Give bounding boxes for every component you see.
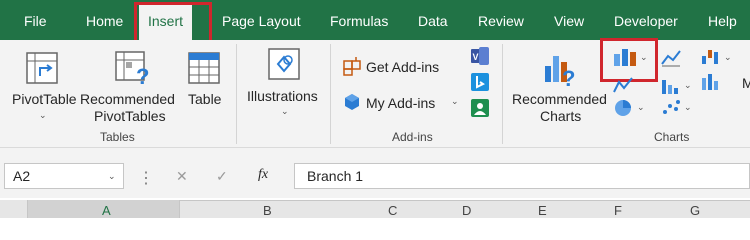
- recommended-charts-line2[interactable]: Charts: [540, 107, 581, 125]
- line-chart-icon[interactable]: [660, 48, 682, 68]
- scatter-chart-icon[interactable]: [660, 98, 682, 118]
- tables-group-label: Tables: [100, 130, 135, 144]
- my-addins-button[interactable]: My Add-ins: [366, 94, 435, 112]
- recommended-charts-line1[interactable]: Recommended: [512, 90, 607, 108]
- bar-chart-icon[interactable]: [660, 76, 682, 96]
- people-graph-icon[interactable]: [470, 98, 490, 118]
- select-all-corner[interactable]: [0, 200, 28, 218]
- formula-input[interactable]: Branch 1: [294, 163, 750, 189]
- tab-help[interactable]: Help: [708, 12, 737, 30]
- illustrations-dropdown-chevron-icon[interactable]: ⌄: [281, 106, 289, 117]
- svg-text:V: V: [473, 52, 479, 62]
- insert-function-icon[interactable]: fx: [258, 166, 268, 184]
- name-box[interactable]: A2: [4, 163, 124, 189]
- recommended-pivottables-line1[interactable]: Recommended: [80, 90, 175, 108]
- table-button[interactable]: Table: [188, 90, 221, 108]
- column-header-g[interactable]: G: [690, 203, 700, 218]
- tab-data[interactable]: Data: [418, 12, 448, 30]
- recommended-pivottables-icon: ?: [115, 51, 149, 88]
- pivottable-button[interactable]: PivotTable: [12, 90, 77, 108]
- tab-home[interactable]: Home: [86, 12, 123, 30]
- addins-group-label: Add-ins: [392, 130, 433, 144]
- svg-text:?: ?: [562, 66, 575, 88]
- column-header-c[interactable]: C: [388, 203, 397, 218]
- enter-icon[interactable]: ✓: [216, 167, 228, 185]
- name-box-dropdown-chevron-icon[interactable]: ⌄: [108, 171, 116, 182]
- bar-chart-dropdown-chevron-icon[interactable]: ⌄: [684, 80, 692, 91]
- formula-bar-grip-icon: ⋮: [138, 170, 154, 187]
- recommended-pivottables-line2[interactable]: PivotTables: [94, 107, 166, 125]
- get-addins-button[interactable]: Get Add-ins: [366, 58, 439, 76]
- scatter-chart-dropdown-chevron-icon[interactable]: ⌄: [684, 102, 692, 113]
- group-divider: [236, 44, 237, 144]
- maps-button-partial[interactable]: M: [742, 74, 750, 92]
- my-addins-icon: [345, 94, 359, 110]
- tab-review[interactable]: Review: [478, 12, 524, 30]
- my-addins-dropdown-chevron-icon[interactable]: ⌄: [451, 96, 459, 107]
- hierarchy-chart-icon[interactable]: [612, 76, 634, 94]
- column-header-f[interactable]: F: [614, 203, 622, 218]
- group-divider: [502, 44, 503, 144]
- waterfall-chart-dropdown-chevron-icon[interactable]: ⌄: [724, 52, 732, 63]
- column-header-a[interactable]: A: [102, 203, 111, 218]
- recommended-charts-icon: ?: [545, 56, 575, 88]
- column-header-d[interactable]: D: [462, 203, 471, 218]
- pivottable-icon: [26, 52, 58, 84]
- tab-view[interactable]: View: [554, 12, 584, 30]
- column-header-e[interactable]: E: [538, 203, 547, 218]
- tab-formulas[interactable]: Formulas: [330, 12, 388, 30]
- cancel-icon[interactable]: ✕: [176, 167, 188, 185]
- table-icon: [188, 52, 220, 84]
- group-divider: [330, 44, 331, 144]
- tab-developer[interactable]: Developer: [614, 12, 678, 30]
- tab-insert[interactable]: Insert: [139, 5, 193, 40]
- visio-icon[interactable]: V: [470, 46, 490, 66]
- pie-chart-dropdown-chevron-icon[interactable]: ⌄: [637, 102, 645, 113]
- svg-text:?: ?: [136, 64, 149, 88]
- column-bar-chart-icon[interactable]: [612, 46, 640, 68]
- pie-chart-icon[interactable]: [612, 98, 634, 118]
- tab-file[interactable]: File: [24, 12, 47, 30]
- waterfall-chart-icon[interactable]: [700, 46, 722, 66]
- column-header-b[interactable]: B: [263, 203, 272, 218]
- charts-group-label: Charts: [654, 130, 690, 144]
- pivottable-dropdown-chevron-icon[interactable]: ⌄: [39, 110, 47, 121]
- statistic-chart-icon[interactable]: [700, 72, 722, 92]
- tab-page-layout[interactable]: Page Layout: [222, 12, 301, 30]
- illustrations-button[interactable]: Illustrations: [247, 87, 318, 105]
- get-addins-icon: [343, 57, 361, 76]
- bing-maps-icon[interactable]: [470, 72, 490, 92]
- column-chart-dropdown-chevron-icon[interactable]: ⌄: [640, 52, 648, 63]
- illustrations-icon: [268, 48, 300, 80]
